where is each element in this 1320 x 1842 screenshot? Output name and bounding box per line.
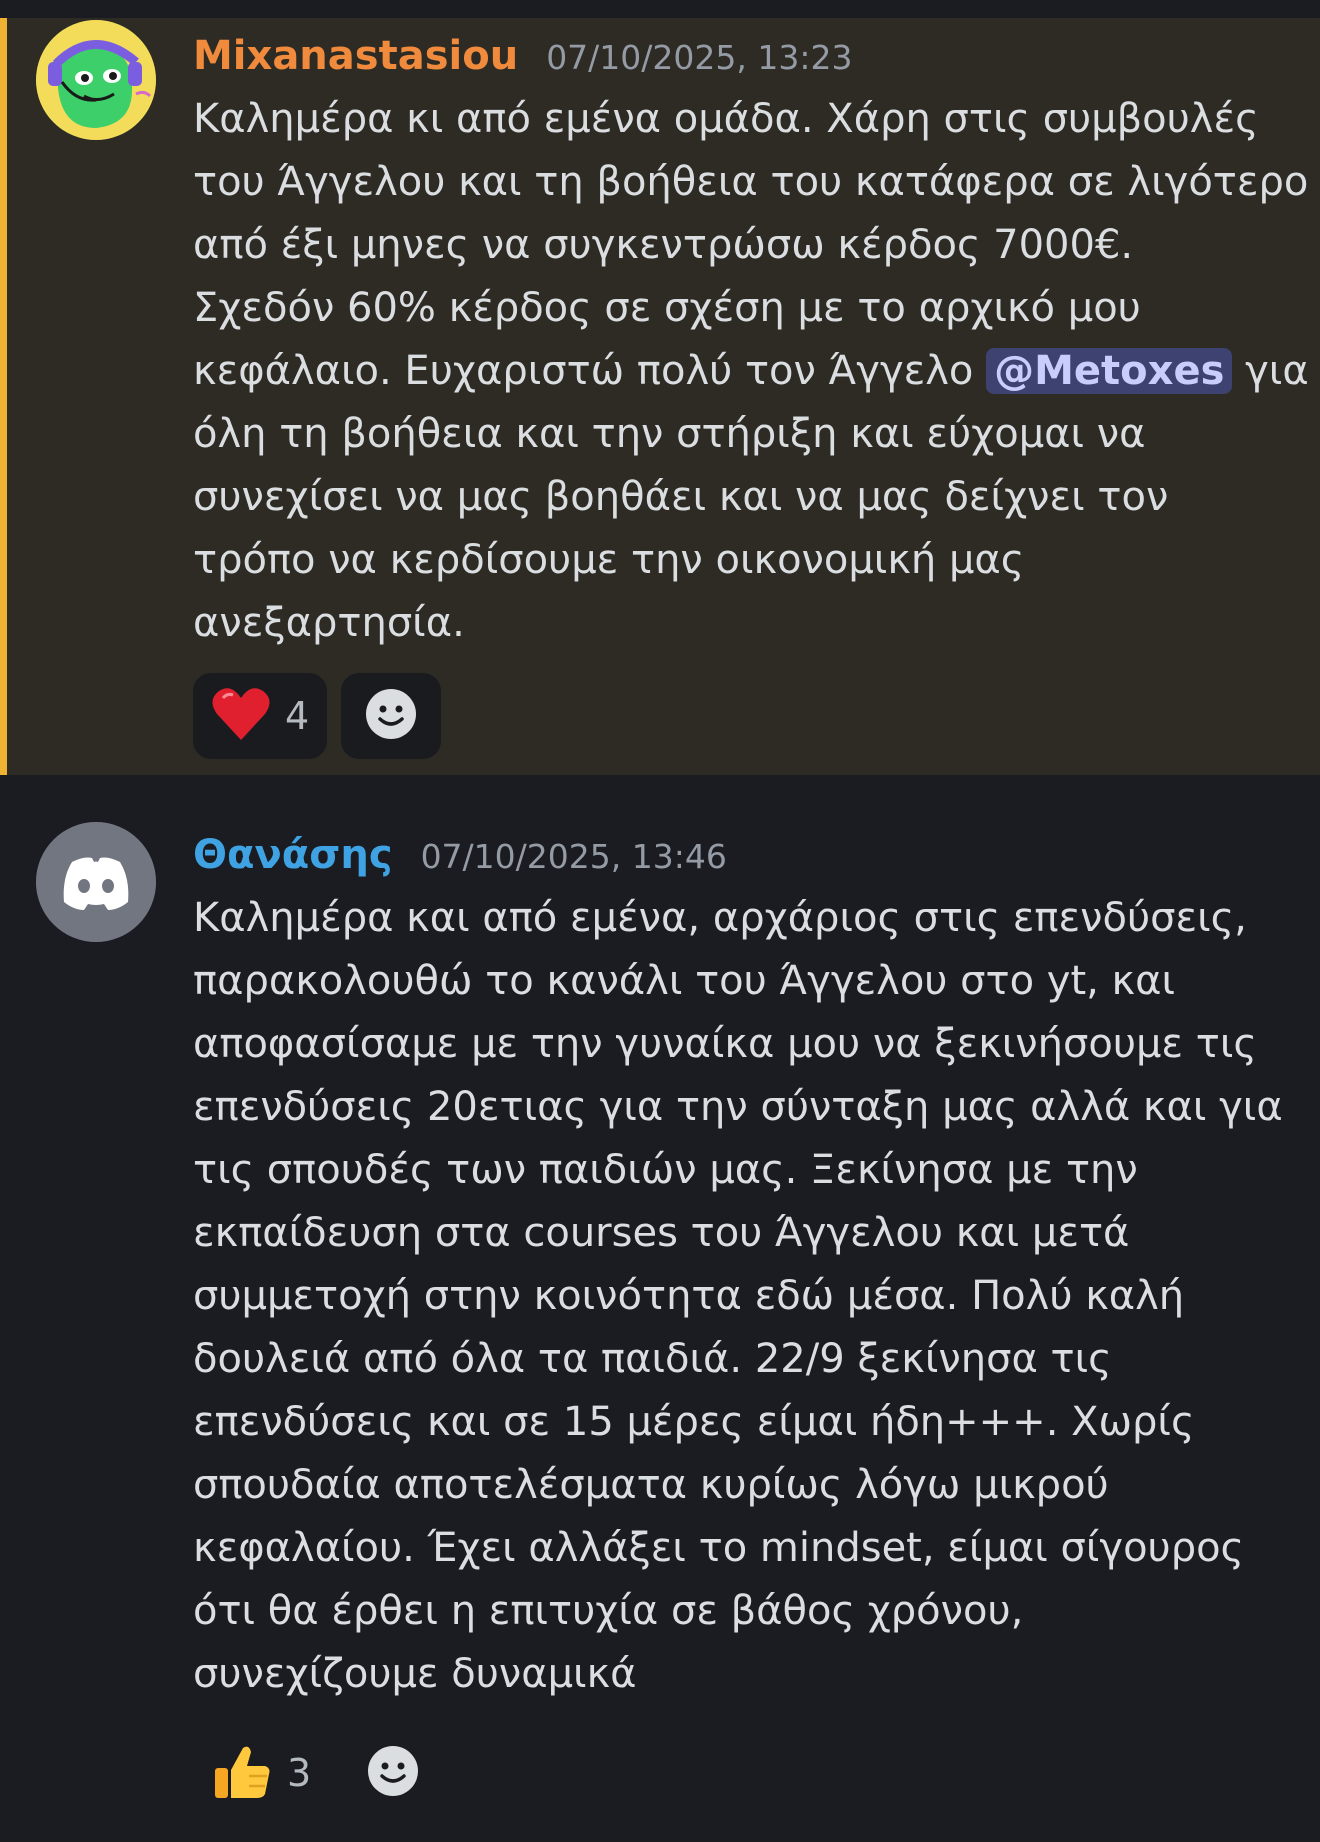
- message-line: συμμετοχή στην κοινότητα εδώ μέσα. Πολύ …: [193, 1273, 1185, 1319]
- message-line-with-mention: κεφάλαιο. Ευχαριστώ πολύ τον Άγγελο @Met…: [193, 340, 1309, 403]
- message-header: Θανάσης 07/10/2025, 13:46: [193, 827, 727, 885]
- reaction-count: 3: [287, 1751, 312, 1795]
- message-content: Καλημέρα και από εμένα, αρχάριος στις επ…: [193, 887, 1293, 1706]
- username[interactable]: Mixanastasiou: [193, 28, 518, 84]
- reaction-count: 4: [285, 694, 310, 738]
- message-mixanastasiou: Mixanastasiou 07/10/2025, 13:23 Καλημέρα…: [0, 18, 1320, 775]
- message-thanasis: Θανάσης 07/10/2025, 13:46 Καλημέρα και α…: [0, 775, 1320, 1842]
- avatar-mixanastasiou[interactable]: [36, 20, 156, 140]
- username[interactable]: Θανάσης: [193, 827, 393, 883]
- add-reaction-button[interactable]: [343, 1730, 443, 1816]
- message-line: από έξι μηνες να συγκεντρώσω κέρδος 7000…: [193, 222, 1134, 268]
- message-line: όλη τη βοήθεια και την στήριξη και εύχομ…: [193, 411, 1146, 457]
- avatar-character-icon: [36, 20, 156, 140]
- heart-emoji-icon: [211, 686, 271, 746]
- discord-logo-icon: [36, 822, 156, 942]
- message-line: του Άγγελου και τη βοήθεια του κατάφερα …: [193, 159, 1309, 205]
- message-content: Καλημέρα κι από εμένα ομάδα. Χάρη στις σ…: [193, 88, 1309, 655]
- user-mention[interactable]: @Metoxes: [986, 348, 1233, 394]
- highlight-accent-bar: [0, 18, 7, 775]
- message-line: αποφασίσαμε με την γυναίκα μου να ξεκινή…: [193, 1021, 1257, 1067]
- message-line: κεφάλαιο. Ευχαριστώ πολύ τον Άγγελο: [193, 348, 974, 394]
- timestamp: 07/10/2025, 13:46: [420, 837, 727, 876]
- message-line: συνεχίζουμε δυναμικά: [193, 1651, 637, 1697]
- message-line: Καλημέρα κι από εμένα ομάδα. Χάρη στις σ…: [193, 96, 1259, 142]
- message-line: παρακολουθώ το κανάλι του Άγγελου στο yt…: [193, 958, 1176, 1004]
- message-line: συνεχίσει να μας βοηθάει και να μας δείχ…: [193, 474, 1169, 520]
- message-line: τις σπουδές των παιδιών μας. Ξεκίνησα με…: [193, 1147, 1138, 1193]
- timestamp: 07/10/2025, 13:23: [546, 38, 853, 77]
- message-line: ότι θα έρθει η επιτυχία σε βάθος χρόνου,: [193, 1588, 1024, 1634]
- message-line: τρόπο να κερδίσουμε την οικονομική μας: [193, 537, 1025, 583]
- thumbs-up-emoji-icon: [211, 1740, 273, 1806]
- message-line: Καλημέρα και από εμένα, αρχάριος στις επ…: [193, 895, 1247, 941]
- reactions-bar: 3: [193, 1730, 443, 1816]
- reaction-heart[interactable]: 4: [193, 673, 328, 759]
- message-line: επενδύσεις 20ετιας για την σύνταξη μας α…: [193, 1084, 1283, 1130]
- message-line: σπουδαία αποτελέσματα κυρίως λόγω μικρού: [193, 1462, 1109, 1508]
- message-line: εκπαίδευση στα courses του Άγγελου και μ…: [193, 1210, 1130, 1256]
- add-reaction-button[interactable]: [341, 673, 442, 759]
- message-line: κεφαλαίου. Έχει αλλάξει το mindset, είμα…: [193, 1525, 1245, 1571]
- message-line: για: [1245, 348, 1309, 394]
- smile-face-icon: [367, 1745, 419, 1801]
- avatar-thanasis[interactable]: [36, 822, 156, 942]
- reaction-thumbs-up[interactable]: 3: [193, 1730, 329, 1816]
- message-line: ανεξαρτησία.: [193, 600, 465, 646]
- message-line: δουλειά από όλα τα παιδιά. 22/9 ξεκίνησα…: [193, 1336, 1112, 1382]
- reactions-bar: 4: [193, 673, 442, 759]
- message-header: Mixanastasiou 07/10/2025, 13:23: [193, 28, 852, 86]
- message-line: Σχεδόν 60% κέρδος σε σχέση με το αρχικό …: [193, 285, 1141, 331]
- smile-face-icon: [365, 688, 417, 744]
- message-line: επενδύσεις και σε 15 μέρες είμαι ήδη+++.…: [193, 1399, 1195, 1445]
